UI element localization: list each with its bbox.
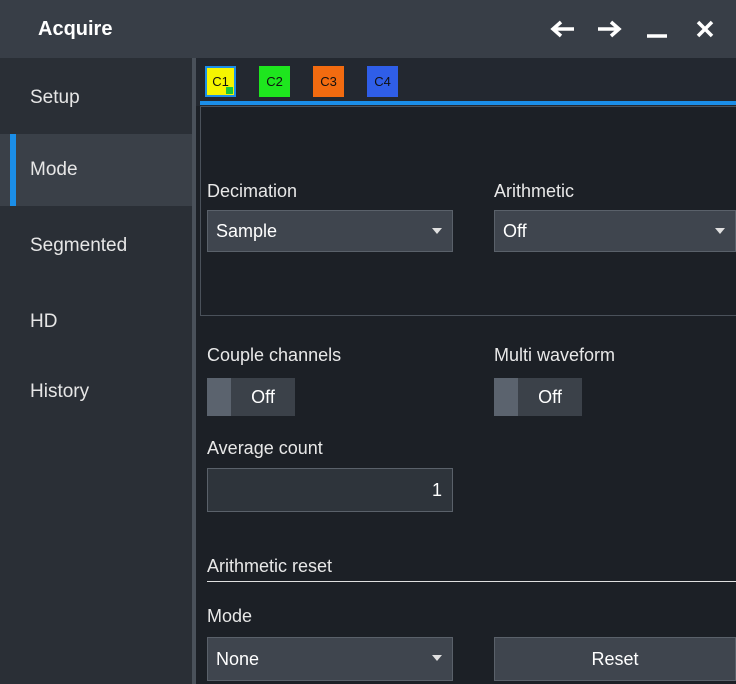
back-button[interactable] <box>548 14 578 44</box>
arithmetic-reset-heading: Arithmetic reset <box>207 556 333 576</box>
toggle-knob <box>494 378 518 416</box>
chevron-down-icon <box>432 655 442 661</box>
section-divider <box>207 581 736 582</box>
sidebar-item-label: Mode <box>30 159 78 180</box>
decimation-value: Sample <box>216 220 278 241</box>
multi-waveform-label: Multi waveform <box>494 345 616 365</box>
reset-button-label: Reset <box>591 648 639 669</box>
sidebar-item-label: History <box>30 381 90 402</box>
arrow-right-icon <box>598 20 622 38</box>
average-count-input[interactable]: 1 <box>207 468 453 512</box>
tab-c4[interactable]: C4 <box>367 66 398 97</box>
arrow-left-icon <box>550 20 574 38</box>
minimize-button[interactable] <box>642 14 672 44</box>
decimation-label: Decimation <box>207 181 298 201</box>
couple-channels-label: Couple channels <box>207 345 342 365</box>
sidebar-item-label: HD <box>30 311 58 332</box>
sidebar-item-segmented[interactable]: Segmented <box>0 210 192 282</box>
window-title: Acquire <box>38 18 113 40</box>
title-bar: Acquire <box>0 0 736 58</box>
active-indicator <box>226 87 233 94</box>
sidebar-item-history[interactable]: History <box>0 356 192 428</box>
arithmetic-label: Arithmetic <box>494 181 575 201</box>
close-icon <box>696 20 714 38</box>
chevron-down-icon <box>715 228 725 234</box>
multi-waveform-toggle[interactable]: Off <box>494 378 582 416</box>
tab-label: C3 <box>320 74 337 89</box>
reset-mode-label: Mode <box>207 606 253 626</box>
sidebar-item-label: Segmented <box>30 235 128 256</box>
tab-label: C2 <box>266 74 283 89</box>
chevron-down-icon <box>432 228 442 234</box>
toggle-state: Off <box>518 378 582 416</box>
minimize-icon <box>647 34 667 38</box>
toggle-knob <box>207 378 231 416</box>
sidebar-item-hd[interactable]: HD <box>0 286 192 358</box>
sidebar-item-label: Setup <box>30 87 80 108</box>
toggle-state: Off <box>231 378 295 416</box>
sidebar-item-mode[interactable]: Mode <box>0 134 192 206</box>
tab-c1[interactable]: C1 <box>205 66 236 97</box>
average-count-value: 1 <box>431 479 442 500</box>
sidebar-item-setup[interactable]: Setup <box>0 62 192 134</box>
tab-underline <box>200 101 736 105</box>
reset-mode-select[interactable]: None <box>207 637 453 681</box>
forward-button[interactable] <box>594 14 624 44</box>
arithmetic-value: Off <box>503 220 527 241</box>
average-count-label: Average count <box>207 438 323 458</box>
tab-c2[interactable]: C2 <box>259 66 290 97</box>
couple-channels-toggle[interactable]: Off <box>207 378 295 416</box>
tab-label: C4 <box>374 74 391 89</box>
arithmetic-select[interactable]: Off <box>494 210 736 252</box>
close-button[interactable] <box>690 14 720 44</box>
tab-c3[interactable]: C3 <box>313 66 344 97</box>
decimation-select[interactable]: Sample <box>207 210 453 252</box>
reset-button[interactable]: Reset <box>494 637 736 681</box>
reset-mode-value: None <box>216 648 260 669</box>
